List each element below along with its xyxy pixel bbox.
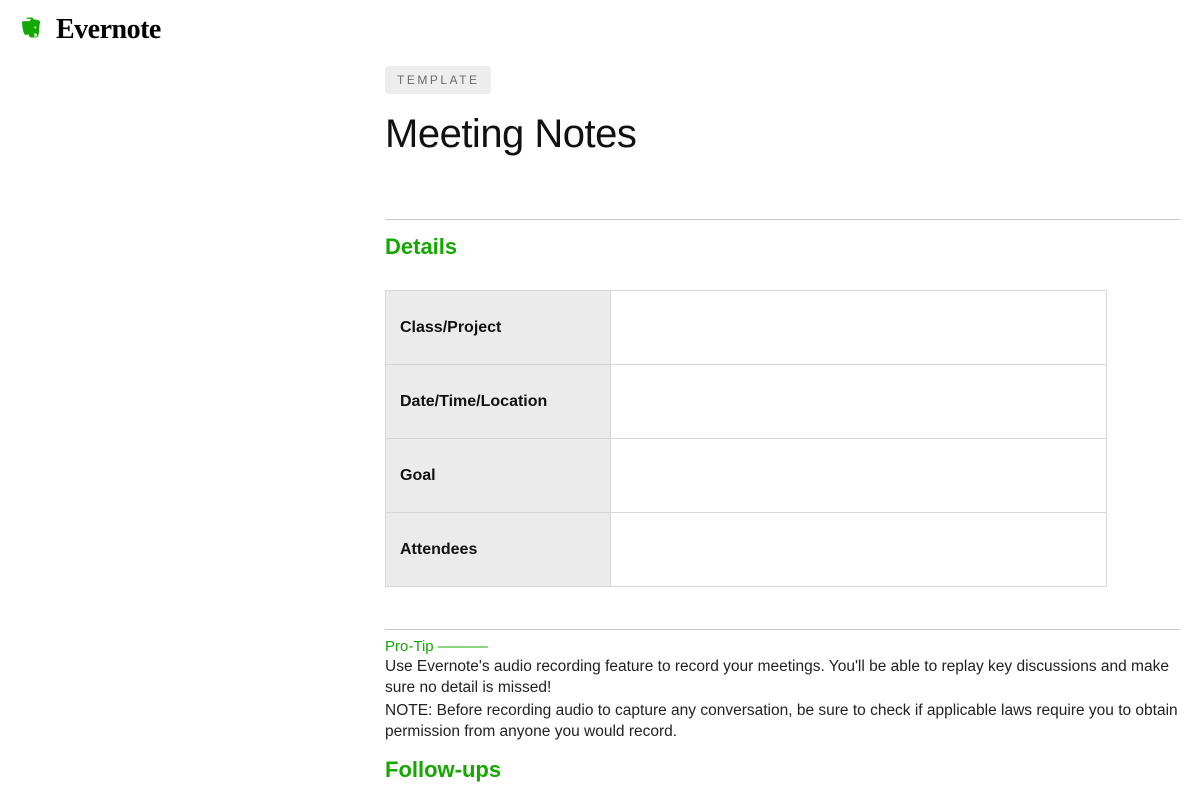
divider (385, 219, 1180, 220)
details-table: Class/Project Date/Time/Location Goal At… (385, 290, 1107, 587)
pro-tip-label: Pro-Tip –––––– (385, 638, 1180, 655)
brand-name: Evernote (56, 14, 161, 46)
row-label: Attendees (386, 513, 611, 587)
row-value[interactable] (611, 513, 1107, 587)
followups-heading: Follow-ups (385, 757, 1180, 783)
table-row: Date/Time/Location (386, 365, 1107, 439)
pro-tip-note: NOTE: Before recording audio to capture … (385, 701, 1180, 743)
divider (385, 629, 1180, 630)
template-badge: TEMPLATE (385, 66, 491, 94)
details-heading: Details (385, 234, 1180, 260)
table-row: Goal (386, 439, 1107, 513)
row-value[interactable] (611, 439, 1107, 513)
table-row: Attendees (386, 513, 1107, 587)
page-title: Meeting Notes (385, 112, 1180, 157)
document-content: TEMPLATE Meeting Notes Details Class/Pro… (385, 56, 1180, 783)
row-label: Date/Time/Location (386, 365, 611, 439)
evernote-elephant-icon (18, 16, 46, 44)
app-header: Evernote (0, 0, 1200, 56)
row-value[interactable] (611, 291, 1107, 365)
row-label: Class/Project (386, 291, 611, 365)
row-label: Goal (386, 439, 611, 513)
pro-tip-text: Use Evernote's audio recording feature t… (385, 657, 1180, 699)
row-value[interactable] (611, 365, 1107, 439)
table-row: Class/Project (386, 291, 1107, 365)
